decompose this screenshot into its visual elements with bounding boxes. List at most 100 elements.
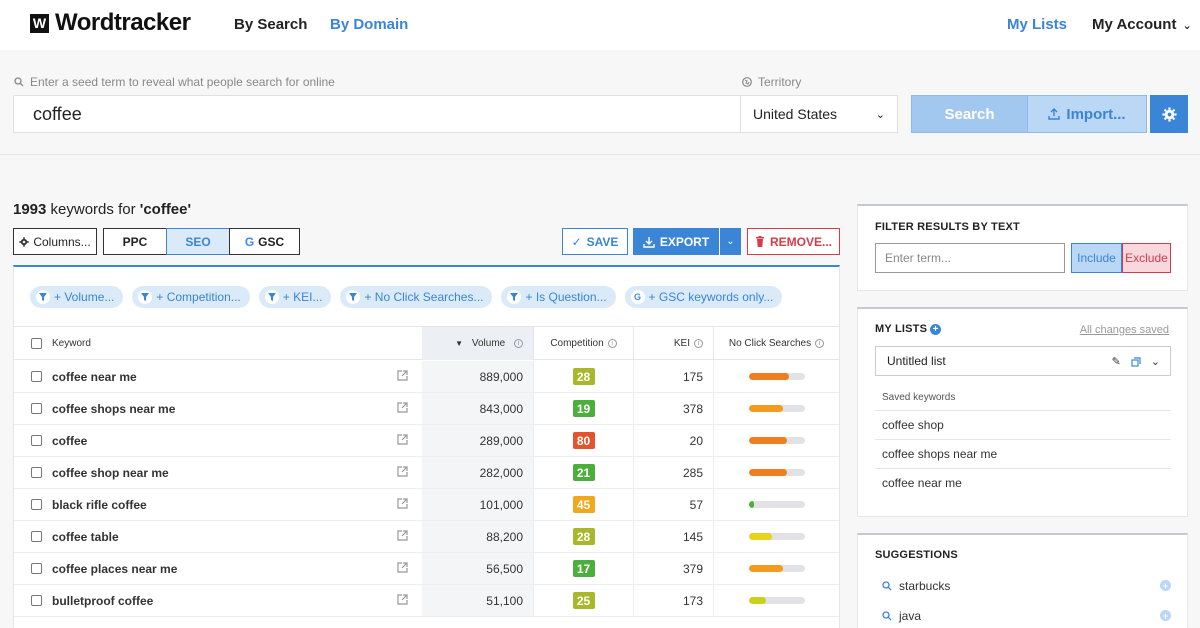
info-icon[interactable]: i <box>815 339 825 348</box>
logo-text: Wordtracker <box>55 9 191 36</box>
row-checkbox[interactable] <box>31 371 42 382</box>
row-checkbox[interactable] <box>31 531 42 542</box>
competition-cell: 45 <box>533 489 633 520</box>
export-button[interactable]: EXPORT <box>633 228 719 255</box>
competition-badge: 80 <box>572 432 595 449</box>
add-suggestion-icon[interactable]: + <box>1160 610 1171 621</box>
remove-button[interactable]: REMOVE... <box>747 228 840 255</box>
search-button[interactable]: Search <box>911 95 1028 133</box>
nav-my-account[interactable]: My Account ⌄ <box>1092 16 1192 33</box>
upload-icon <box>1048 108 1061 120</box>
filter-chip[interactable]: G + GSC keywords only... <box>624 286 783 308</box>
no-click-searches-bar-fill <box>748 405 784 412</box>
external-link-icon[interactable] <box>396 433 409 446</box>
search-hint-text: Enter a seed term to reveal what people … <box>30 75 335 89</box>
filter-chip[interactable]: + Is Question... <box>501 286 616 308</box>
suggestion-item[interactable]: java + <box>875 601 1171 628</box>
table-row[interactable]: coffee near me 889,000 28 175 <box>14 361 839 393</box>
tab-seo[interactable]: SEO <box>166 228 230 255</box>
search-icon <box>14 77 24 87</box>
filter-chip[interactable]: + No Click Searches... <box>340 286 493 308</box>
col-no-click-searches[interactable]: No Click Searches i <box>713 327 839 360</box>
tab-gsc[interactable]: G GSC <box>229 228 300 255</box>
export-dropdown-button[interactable]: ⌄ <box>719 228 741 255</box>
filter-chip[interactable]: + Competition... <box>132 286 250 308</box>
col-keyword[interactable]: Keyword <box>52 327 91 360</box>
table-row[interactable]: coffee places near me 56,500 17 379 <box>14 553 839 585</box>
saved-keyword[interactable]: coffee near me <box>875 468 1171 497</box>
nav-by-domain[interactable]: By Domain <box>330 16 408 33</box>
external-link-icon[interactable] <box>396 401 409 414</box>
chevron-down-icon[interactable]: ⌄ <box>1151 355 1160 368</box>
nav-my-lists[interactable]: My Lists <box>1007 16 1067 33</box>
copy-icon[interactable] <box>1131 356 1141 367</box>
volume-cell: 51,100 <box>422 585 533 616</box>
keyword-cell[interactable]: coffee shops near me <box>52 402 175 416</box>
tab-ppc[interactable]: PPC <box>103 228 167 255</box>
filter-chips: + Volume... + Competition... + KEI... + No … <box>30 286 783 308</box>
keyword-cell[interactable]: bulletproof coffee <box>52 594 153 608</box>
keyword-cell[interactable]: black rifle coffee <box>52 498 147 512</box>
col-competition[interactable]: Competition i <box>533 327 633 360</box>
include-button[interactable]: Include <box>1071 243 1122 273</box>
results-count-number: 1993 <box>13 201 47 218</box>
external-link-icon[interactable] <box>396 497 409 510</box>
saved-keyword[interactable]: coffee shops near me <box>875 439 1171 468</box>
table-row[interactable]: black rifle coffee 101,000 45 57 <box>14 489 839 521</box>
col-volume[interactable]: ▼ Volume i <box>422 327 533 360</box>
row-checkbox[interactable] <box>31 435 42 446</box>
select-all-checkbox[interactable] <box>31 338 42 349</box>
info-icon[interactable]: i <box>694 339 703 348</box>
edit-icon[interactable]: ✎ <box>1112 355 1121 368</box>
competition-cell: 17 <box>533 553 633 584</box>
external-link-icon[interactable] <box>396 529 409 542</box>
filter-chip[interactable]: + KEI... <box>258 286 332 308</box>
filter-chip-label: + GSC keywords only... <box>648 290 774 304</box>
save-button[interactable]: ✓ SAVE <box>562 228 628 255</box>
suggestion-item[interactable]: starbucks + <box>875 571 1171 600</box>
no-click-searches-cell <box>713 361 839 392</box>
table-row[interactable]: coffee 289,000 80 20 <box>14 425 839 457</box>
external-link-icon[interactable] <box>396 593 409 606</box>
keyword-cell[interactable]: coffee <box>52 434 87 448</box>
import-button[interactable]: Import... <box>1027 95 1147 133</box>
table-row[interactable]: bulletproof coffee 51,100 25 173 <box>14 585 839 617</box>
add-suggestion-icon[interactable]: + <box>1160 580 1171 591</box>
keyword-cell[interactable]: coffee near me <box>52 370 137 384</box>
suggestion-label: java <box>899 608 922 623</box>
kei-cell: 285 <box>633 457 713 488</box>
logo[interactable]: W Wordtracker <box>30 9 191 37</box>
nav-by-search[interactable]: By Search <box>234 16 307 33</box>
add-list-icon[interactable]: + <box>930 324 941 335</box>
col-kei[interactable]: KEI i <box>633 327 713 360</box>
funnel-icon <box>264 290 279 304</box>
saved-keyword[interactable]: coffee shop <box>875 410 1171 439</box>
filter-chip[interactable]: + Volume... <box>30 286 124 308</box>
competition-cell: 28 <box>533 361 633 392</box>
table-row[interactable]: coffee shops near me 843,000 19 378 <box>14 393 839 425</box>
exclude-button[interactable]: Exclude <box>1122 243 1171 273</box>
territory-select[interactable]: United States ⌄ <box>740 95 898 133</box>
external-link-icon[interactable] <box>396 561 409 574</box>
columns-button[interactable]: Columns... <box>13 228 97 255</box>
info-icon[interactable]: i <box>514 339 523 348</box>
keyword-cell[interactable]: coffee shop near me <box>52 466 169 480</box>
row-checkbox[interactable] <box>31 595 42 606</box>
table-row[interactable]: coffee shop near me 282,000 21 285 <box>14 457 839 489</box>
funnel-icon <box>138 290 153 304</box>
row-checkbox[interactable] <box>31 467 42 478</box>
filter-input[interactable]: Enter term... <box>875 243 1065 273</box>
search-input[interactable]: coffee <box>13 95 741 133</box>
external-link-icon[interactable] <box>396 465 409 478</box>
table-row[interactable]: coffee table 88,200 28 145 <box>14 521 839 553</box>
keyword-cell[interactable]: coffee places near me <box>52 562 177 576</box>
keyword-cell[interactable]: coffee table <box>52 530 119 544</box>
info-icon[interactable]: i <box>607 339 617 348</box>
settings-button[interactable] <box>1150 95 1188 133</box>
row-checkbox[interactable] <box>31 499 42 510</box>
competition-cell: 28 <box>533 521 633 552</box>
external-link-icon[interactable] <box>396 369 409 382</box>
row-checkbox[interactable] <box>31 403 42 414</box>
list-select[interactable]: Untitled list ✎ ⌄ <box>875 346 1171 376</box>
row-checkbox[interactable] <box>31 563 42 574</box>
